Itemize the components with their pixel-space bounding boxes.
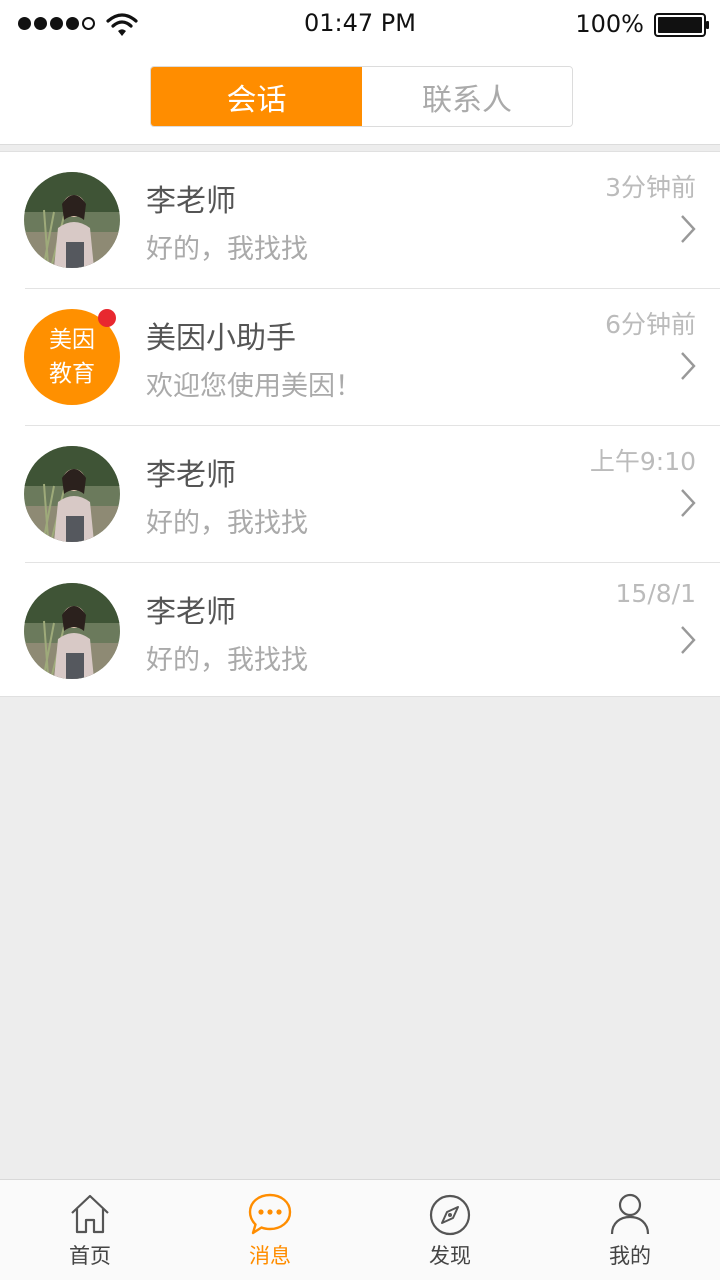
screen: 01:47 PM 100% 会话 联系人 李老师 好的，我找找 3分钟前 美因 … xyxy=(0,0,720,1280)
header: 01:47 PM 100% 会话 联系人 xyxy=(0,0,720,145)
tab-label: 首页 xyxy=(69,1244,111,1268)
last-message: 好的，我找找 xyxy=(146,645,308,676)
brand-avatar: 美因 教育 xyxy=(24,309,120,405)
chevron-right-icon xyxy=(681,215,696,243)
bottom-tab-bar: 首页 消息 发现 我的 xyxy=(0,1179,720,1280)
message-time: 上午9:10 xyxy=(589,447,696,476)
avatar xyxy=(24,172,120,268)
chevron-right-icon xyxy=(681,489,696,517)
brand-avatar-line-2: 教育 xyxy=(49,361,95,387)
tab-label: 消息 xyxy=(249,1244,291,1268)
tab-home[interactable]: 首页 xyxy=(0,1180,180,1280)
conversation-row[interactable]: 美因 教育 美因小助手 欢迎您使用美因！ 6分钟前 xyxy=(0,289,720,426)
message-time: 3分钟前 xyxy=(605,173,696,202)
tab-label: 发现 xyxy=(429,1244,471,1268)
chevron-right-icon xyxy=(681,626,696,654)
avatar xyxy=(24,583,120,679)
home-icon xyxy=(71,1194,109,1234)
contact-name: 李老师 xyxy=(146,184,236,219)
tab-discover[interactable]: 发现 xyxy=(360,1180,540,1280)
tab-conversations[interactable]: 会话 xyxy=(151,67,362,126)
status-bar: 01:47 PM 100% xyxy=(0,0,720,50)
message-time: 6分钟前 xyxy=(605,310,696,339)
message-time: 15/8/1 xyxy=(615,579,696,608)
tab-messages[interactable]: 消息 xyxy=(180,1180,360,1280)
last-message: 好的，我找找 xyxy=(146,508,308,539)
person-icon xyxy=(610,1193,650,1235)
conversation-row[interactable]: 李老师 好的，我找找 3分钟前 xyxy=(0,152,720,289)
battery-icon xyxy=(654,13,709,37)
contact-name: 美因小助手 xyxy=(146,321,296,356)
avatar xyxy=(24,446,120,542)
tab-label: 我的 xyxy=(609,1244,651,1268)
message-icon xyxy=(248,1193,292,1235)
conversation-row[interactable]: 李老师 好的，我找找 上午9:10 xyxy=(0,426,720,563)
contact-name: 李老师 xyxy=(146,595,236,630)
contact-name: 李老师 xyxy=(146,458,236,493)
brand-avatar-line-1: 美因 xyxy=(49,326,95,353)
segmented-control: 会话 联系人 xyxy=(150,66,573,127)
tab-me[interactable]: 我的 xyxy=(540,1180,720,1280)
tab-contacts[interactable]: 联系人 xyxy=(362,67,572,126)
unread-badge xyxy=(98,309,116,327)
last-message: 欢迎您使用美因！ xyxy=(146,371,362,402)
conversation-row[interactable]: 李老师 好的，我找找 15/8/1 xyxy=(0,563,720,700)
chevron-right-icon xyxy=(681,352,696,380)
conversation-list: 李老师 好的，我找找 3分钟前 美因 教育 美因小助手 欢迎您使用美因！ 6分钟… xyxy=(0,151,720,697)
battery-percent: 100% xyxy=(575,10,644,38)
compass-icon xyxy=(429,1194,471,1236)
last-message: 好的，我找找 xyxy=(146,234,308,265)
